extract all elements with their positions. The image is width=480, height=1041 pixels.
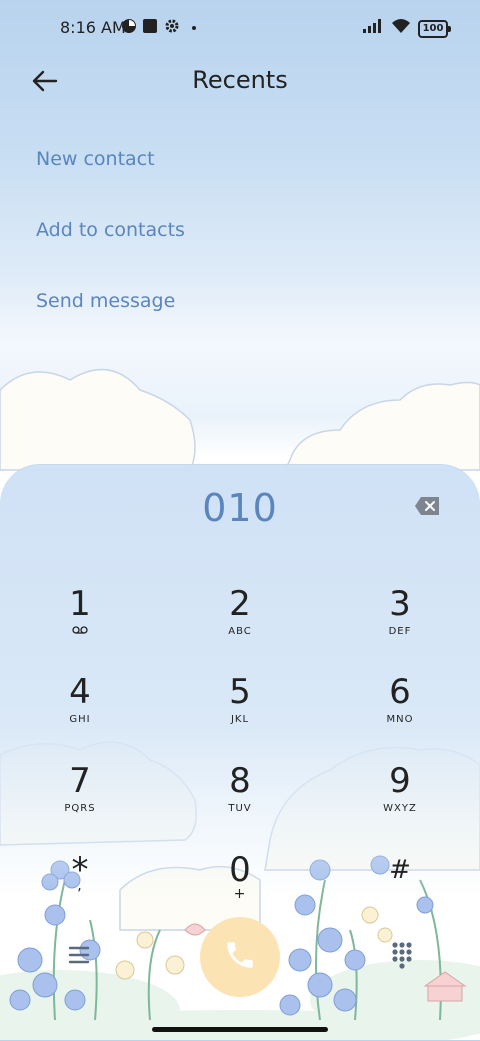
- key-digit: 7: [69, 761, 91, 801]
- key-letters: MNO: [386, 714, 414, 725]
- key-digit: 8: [229, 761, 251, 801]
- home-indicator[interactable]: [152, 1027, 328, 1032]
- status-time: 8:16 AM: [60, 18, 126, 37]
- app-notification-icon: [120, 17, 138, 35]
- key-letters: PQRS: [64, 803, 96, 814]
- send-message-button[interactable]: Send message: [36, 290, 175, 312]
- battery-icon: 100: [418, 20, 451, 38]
- key-3[interactable]: 3 DEF: [340, 584, 460, 664]
- key-6[interactable]: 6 MNO: [340, 672, 460, 752]
- status-bar: 8:16 AM 100: [0, 0, 480, 56]
- key-letters: WXYZ: [383, 803, 417, 814]
- add-to-contacts-button[interactable]: Add to contacts: [36, 219, 185, 241]
- dialed-number: 010: [202, 486, 278, 530]
- square-notification-icon: [141, 17, 159, 35]
- new-contact-button[interactable]: New contact: [36, 148, 155, 170]
- key-letters: ,: [77, 878, 83, 894]
- key-4[interactable]: 4 GHI: [20, 672, 140, 752]
- key-digit: 1: [69, 584, 91, 624]
- backspace-icon[interactable]: [414, 496, 440, 516]
- voicemail-icon: [20, 626, 140, 637]
- key-letters: ABC: [228, 626, 252, 637]
- dot-icon: [192, 26, 196, 30]
- key-9[interactable]: 9 WXYZ: [340, 761, 460, 841]
- key-digit: 3: [389, 584, 411, 624]
- key-letters: GHI: [69, 714, 91, 725]
- key-letters: JKL: [230, 714, 250, 725]
- call-button[interactable]: [200, 917, 280, 997]
- key-hash[interactable]: #: [340, 850, 460, 930]
- gear-icon: [163, 17, 181, 35]
- key-star[interactable]: * ,: [20, 850, 140, 930]
- menu-icon[interactable]: [60, 940, 100, 970]
- key-digit: 5: [229, 672, 251, 712]
- key-digit: 0: [229, 850, 251, 890]
- key-letters: DEF: [388, 626, 412, 637]
- key-7[interactable]: 7 PQRS: [20, 761, 140, 841]
- wifi-icon: [390, 17, 412, 35]
- key-2[interactable]: 2 ABC: [180, 584, 300, 664]
- key-digit: #: [389, 855, 411, 885]
- key-digit: 4: [69, 672, 91, 712]
- key-digit: 9: [389, 761, 411, 801]
- key-8[interactable]: 8 TUV: [180, 761, 300, 841]
- key-digit: 6: [389, 672, 411, 712]
- phone-icon: [223, 938, 257, 976]
- key-letters: +: [233, 886, 247, 902]
- signal-icon: [362, 17, 386, 35]
- key-1[interactable]: 1: [20, 584, 140, 664]
- key-letters: TUV: [228, 803, 252, 814]
- dialpad-icon[interactable]: [386, 938, 418, 970]
- page-title: Recents: [192, 66, 288, 94]
- key-digit: 2: [229, 584, 251, 624]
- key-5[interactable]: 5 JKL: [180, 672, 300, 752]
